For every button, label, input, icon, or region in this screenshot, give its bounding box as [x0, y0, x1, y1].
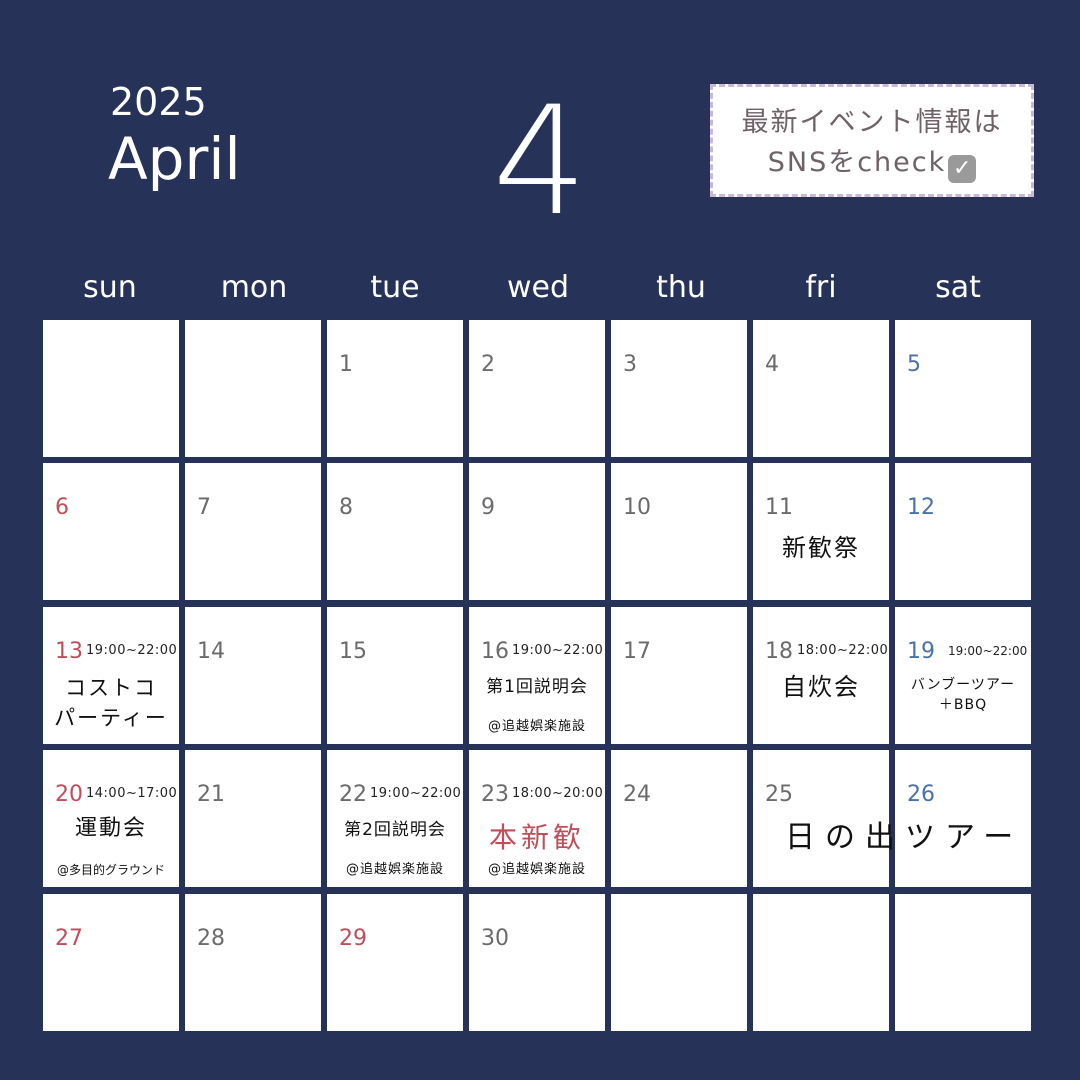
day-number: 22 — [339, 782, 367, 807]
calendar-cell: 22 19:00~22:00 第2回説明会 @追越娯楽施設 — [327, 750, 463, 887]
weekday-sun: sun — [83, 270, 137, 305]
event-time: 19:00~22:00 — [948, 644, 1028, 658]
calendar-cell: 15 — [327, 607, 463, 744]
calendar-cell: 18 18:00~22:00 自炊会 — [753, 607, 889, 744]
calendar-cell: 12 — [895, 463, 1031, 600]
event-time: 18:00~20:00 — [512, 786, 604, 801]
day-number: 23 — [481, 782, 509, 807]
calendar-cell: 7 — [185, 463, 321, 600]
event-time: 18:00~22:00 — [797, 643, 889, 658]
day-number: 11 — [765, 495, 793, 520]
day-number: 1 — [339, 352, 353, 377]
calendar-cell: 20 14:00~17:00 運動会 @多目的グラウンド — [43, 750, 179, 887]
calendar-cell: 29 — [327, 894, 463, 1031]
calendar-cell: 28 — [185, 894, 321, 1031]
day-number: 16 — [481, 639, 509, 664]
calendar-cell: 27 — [43, 894, 179, 1031]
calendar-cell: 3 — [611, 320, 747, 457]
day-number: 17 — [623, 639, 651, 664]
calendar-cell: 2 — [469, 320, 605, 457]
day-number: 20 — [55, 782, 83, 807]
event-title-spanning: 日の出ツアー — [785, 820, 1024, 855]
calendar-cell: 30 — [469, 894, 605, 1031]
day-number: 25 — [765, 782, 793, 807]
day-number: 28 — [197, 926, 225, 951]
day-number: 9 — [481, 495, 495, 520]
calendar-cell: 1 — [327, 320, 463, 457]
event-time: 19:00~22:00 — [512, 643, 604, 658]
calendar-cell-empty — [611, 894, 747, 1031]
calendar-cell-empty — [753, 894, 889, 1031]
event-location: @追越娯楽施設 — [345, 862, 444, 877]
calendar-cell-empty — [43, 320, 179, 457]
event-title: バンブーツアー — [910, 677, 1016, 693]
day-number: 4 — [765, 352, 779, 377]
calendar-cell: 17 — [611, 607, 747, 744]
day-number: 7 — [197, 495, 211, 520]
event-time: 14:00~17:00 — [86, 786, 178, 801]
day-number: 14 — [197, 639, 225, 664]
weekday-thu: thu — [656, 270, 706, 305]
day-number: 19 — [907, 639, 935, 664]
day-number: 18 — [765, 639, 793, 664]
day-number: 3 — [623, 352, 637, 377]
day-number: 26 — [907, 782, 935, 807]
sns-notice-line1: 最新イベント情報は — [741, 107, 1003, 138]
weekday-tue: tue — [370, 270, 420, 305]
event-title: 第1回説明会 — [486, 677, 588, 697]
calendar-cell: 11 新歓祭 — [753, 463, 889, 600]
calendar-cell: 23 18:00~20:00 本新歓 @追越娯楽施設 — [469, 750, 605, 887]
calendar-cell: 16 19:00~22:00 第1回説明会 @追越娯楽施設 — [469, 607, 605, 744]
calendar-cell: 9 — [469, 463, 605, 600]
calendar-cell: 5 — [895, 320, 1031, 457]
calendar-cell: 4 — [753, 320, 889, 457]
weekday-sat: sat — [935, 270, 981, 305]
sns-notice: 最新イベント情報は SNSをcheck ✓ — [710, 84, 1034, 197]
day-number: 29 — [339, 926, 367, 951]
event-title: ＋BBQ — [938, 697, 988, 713]
day-number: 21 — [197, 782, 225, 807]
day-number: 24 — [623, 782, 651, 807]
event-title: パーティー — [54, 706, 168, 730]
sns-notice-line2-wrap: SNSをcheck ✓ — [713, 143, 1031, 183]
day-number: 15 — [339, 639, 367, 664]
event-title: 新歓祭 — [782, 534, 860, 562]
event-title: 第2回説明会 — [344, 820, 446, 840]
day-number: 2 — [481, 352, 495, 377]
day-number: 30 — [481, 926, 509, 951]
day-number: 10 — [623, 495, 651, 520]
calendar-cell: 21 — [185, 750, 321, 887]
day-number: 5 — [907, 352, 921, 377]
checkbox-icon: ✓ — [948, 155, 977, 183]
event-time: 19:00~22:00 — [370, 786, 462, 801]
calendar-cell: 8 — [327, 463, 463, 600]
weekday-mon: mon — [220, 270, 288, 305]
calendar-cell: 19 19:00~22:00 バンブーツアー ＋BBQ — [895, 607, 1031, 744]
weekday-fri: fri — [805, 270, 837, 305]
calendar-cell: 10 — [611, 463, 747, 600]
day-number: 27 — [55, 926, 83, 951]
calendar-cell: 24 — [611, 750, 747, 887]
event-title-highlight: 本新歓 — [488, 821, 585, 854]
calendar-cell: 13 19:00~22:00 コストコ パーティー — [43, 607, 179, 744]
calendar-cell-empty — [895, 894, 1031, 1031]
event-title: コストコ — [65, 676, 157, 700]
calendar-cell: 6 — [43, 463, 179, 600]
event-location: @追越娯楽施設 — [487, 862, 586, 877]
day-number: 6 — [55, 495, 69, 520]
day-number: 12 — [907, 495, 935, 520]
calendar-cell-empty — [185, 320, 321, 457]
event-location: @多目的グラウンド — [56, 863, 165, 877]
calendar-cell: 14 — [185, 607, 321, 744]
sns-notice-line2: SNSをcheck — [767, 147, 947, 178]
event-title: 自炊会 — [782, 673, 860, 701]
event-title: 運動会 — [74, 816, 147, 841]
event-location: @追越娯楽施設 — [487, 719, 586, 734]
day-number: 13 — [55, 639, 83, 664]
day-number: 8 — [339, 495, 353, 520]
weekday-wed: wed — [506, 270, 570, 305]
event-time: 19:00~22:00 — [86, 643, 178, 658]
